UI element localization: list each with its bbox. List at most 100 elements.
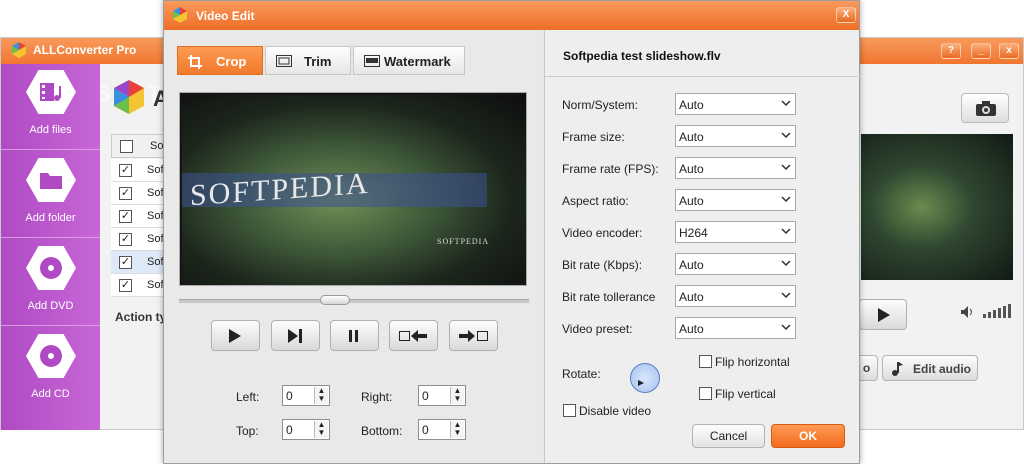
crop-right-value: 0 <box>422 389 429 403</box>
select-all-checkbox[interactable] <box>120 140 133 153</box>
step-forward-icon <box>288 329 302 343</box>
bit-rate-select[interactable]: Auto <box>675 253 796 275</box>
dialog-titlebar: Video Edit X <box>164 1 859 30</box>
snapshot-button[interactable] <box>961 93 1009 123</box>
music-note-icon <box>892 362 903 376</box>
dialog-title: Video Edit <box>196 9 255 23</box>
sidebar-label: Add files <box>29 124 72 136</box>
aspect-ratio-select[interactable]: Auto <box>675 189 796 211</box>
divider <box>545 76 860 77</box>
flip-vertical-label: Flip vertical <box>715 387 776 401</box>
sidebar-label: Add CD <box>31 388 70 400</box>
crop-right-field[interactable]: 0 ▲ ▼ <box>418 385 466 406</box>
seek-bar[interactable] <box>179 299 529 303</box>
play-button[interactable] <box>211 320 260 351</box>
action-type-label: Action ty <box>115 310 167 324</box>
crop-left-field[interactable]: 0 ▲ ▼ <box>282 385 330 406</box>
row-checkbox[interactable]: ✓ <box>119 187 132 200</box>
sidebar-label: Add folder <box>25 212 76 224</box>
select-value: Auto <box>679 258 704 272</box>
bit-rate-tolerance-label: Bit rate tollerance <box>562 290 656 304</box>
spin-arrows-icon[interactable]: ▲ ▼ <box>314 387 328 404</box>
edit-audio-button[interactable]: Edit audio <box>882 355 978 381</box>
spin-arrows-icon[interactable]: ▲ ▼ <box>450 421 464 438</box>
preview-play-button[interactable] <box>859 299 907 330</box>
select-value: H264 <box>679 226 708 240</box>
add-files-button[interactable]: Add files <box>1 64 100 150</box>
frame-size-label: Frame size: <box>562 130 625 144</box>
frame-size-select[interactable]: Auto <box>675 125 796 147</box>
crop-top-value: 0 <box>286 423 293 437</box>
row-checkbox[interactable]: ✓ <box>119 256 132 269</box>
cancel-button[interactable]: Cancel <box>692 424 765 448</box>
bit-rate-tolerance-select[interactable]: Auto <box>675 285 796 307</box>
crop-bottom-field[interactable]: 0 ▲ ▼ <box>418 419 466 440</box>
frame-rate-label: Frame rate (FPS): <box>562 162 659 176</box>
file-name: Softpedia test slideshow.flv <box>563 49 721 63</box>
table-row[interactable]: ✓ Sof <box>111 228 165 251</box>
select-value: Auto <box>679 162 704 176</box>
video-preset-label: Video preset: <box>562 322 633 336</box>
crop-top-field[interactable]: 0 ▲ ▼ <box>282 419 330 440</box>
flip-horizontal-label: Flip horizontal <box>715 355 790 369</box>
flip-horizontal-checkbox[interactable] <box>699 355 712 368</box>
add-folder-button[interactable]: Add folder <box>1 152 100 238</box>
norm-label: Norm/System: <box>562 98 639 112</box>
tab-crop[interactable]: Crop <box>177 46 263 75</box>
add-dvd-button[interactable]: Add DVD <box>1 240 100 326</box>
frame-rate-select[interactable]: Auto <box>675 157 796 179</box>
dialog-close-button[interactable]: X <box>836 7 856 23</box>
play-icon <box>878 308 890 322</box>
camera-icon <box>976 101 996 116</box>
disable-video-checkbox[interactable] <box>563 404 576 417</box>
row-name: Sof <box>147 210 164 222</box>
spin-arrows-icon[interactable]: ▲ ▼ <box>314 421 328 438</box>
bit-rate-label: Bit rate (Kbps): <box>562 258 643 272</box>
video-edit-dialog: Video Edit X Crop Trim Watermark SOFTPED… <box>163 0 860 464</box>
minimize-button[interactable]: _ <box>971 43 991 59</box>
sidebar-label: Add DVD <box>27 300 74 312</box>
flip-vertical-checkbox[interactable] <box>699 387 712 400</box>
rotate-dial[interactable] <box>630 363 660 393</box>
row-checkbox[interactable]: ✓ <box>119 279 132 292</box>
main-close-button[interactable]: x <box>999 43 1019 59</box>
table-row[interactable]: ✓ Sof <box>111 205 165 228</box>
video-small-text: SOFTPEDIA <box>437 237 490 246</box>
list-header-label: So <box>150 140 164 152</box>
row-checkbox[interactable]: ✓ <box>119 164 132 177</box>
table-row[interactable]: ✓ Sof <box>111 182 165 205</box>
main-window-title: ALLConverter Pro <box>33 43 137 57</box>
volume-level-icon[interactable] <box>983 304 1013 318</box>
row-checkbox[interactable]: ✓ <box>119 233 132 246</box>
list-header: So <box>111 134 165 158</box>
select-value: Auto <box>679 98 704 112</box>
table-row[interactable]: ✓ Sof <box>111 159 165 182</box>
video-encoder-select[interactable]: H264 <box>675 221 796 243</box>
crop-icon <box>188 55 202 69</box>
video-preview[interactable]: SOFTPEDIA SOFTPEDIA <box>182 95 526 285</box>
pause-button[interactable] <box>330 320 379 351</box>
volume-icon[interactable] <box>961 306 975 318</box>
row-checkbox[interactable]: ✓ <box>119 210 132 223</box>
seek-thumb[interactable] <box>319 295 350 305</box>
chevron-down-icon <box>781 228 791 235</box>
tab-label: Crop <box>216 54 247 69</box>
table-row[interactable]: ✓ Sof <box>111 274 165 297</box>
video-preset-select[interactable]: Auto <box>675 317 796 339</box>
set-start-button[interactable] <box>389 320 438 351</box>
sidebar: Add files Add folder Add DVD Add CD <box>1 64 100 430</box>
ok-button[interactable]: OK <box>771 424 845 448</box>
row-name: Sof <box>147 256 164 268</box>
spin-arrows-icon[interactable]: ▲ ▼ <box>450 387 464 404</box>
tab-watermark[interactable]: Watermark <box>353 46 465 75</box>
norm-select[interactable]: Auto <box>675 93 796 115</box>
next-frame-button[interactable] <box>271 320 320 351</box>
help-button[interactable]: ? <box>941 43 961 59</box>
video-preview-frame: SOFTPEDIA SOFTPEDIA <box>179 92 527 286</box>
add-cd-button[interactable]: Add CD <box>1 328 100 414</box>
tab-trim[interactable]: Trim <box>265 46 351 75</box>
set-end-button[interactable] <box>449 320 498 351</box>
tab-label: Watermark <box>384 54 451 69</box>
table-row[interactable]: ✓ Sof <box>111 251 165 274</box>
crop-right-label: Right: <box>361 390 393 404</box>
